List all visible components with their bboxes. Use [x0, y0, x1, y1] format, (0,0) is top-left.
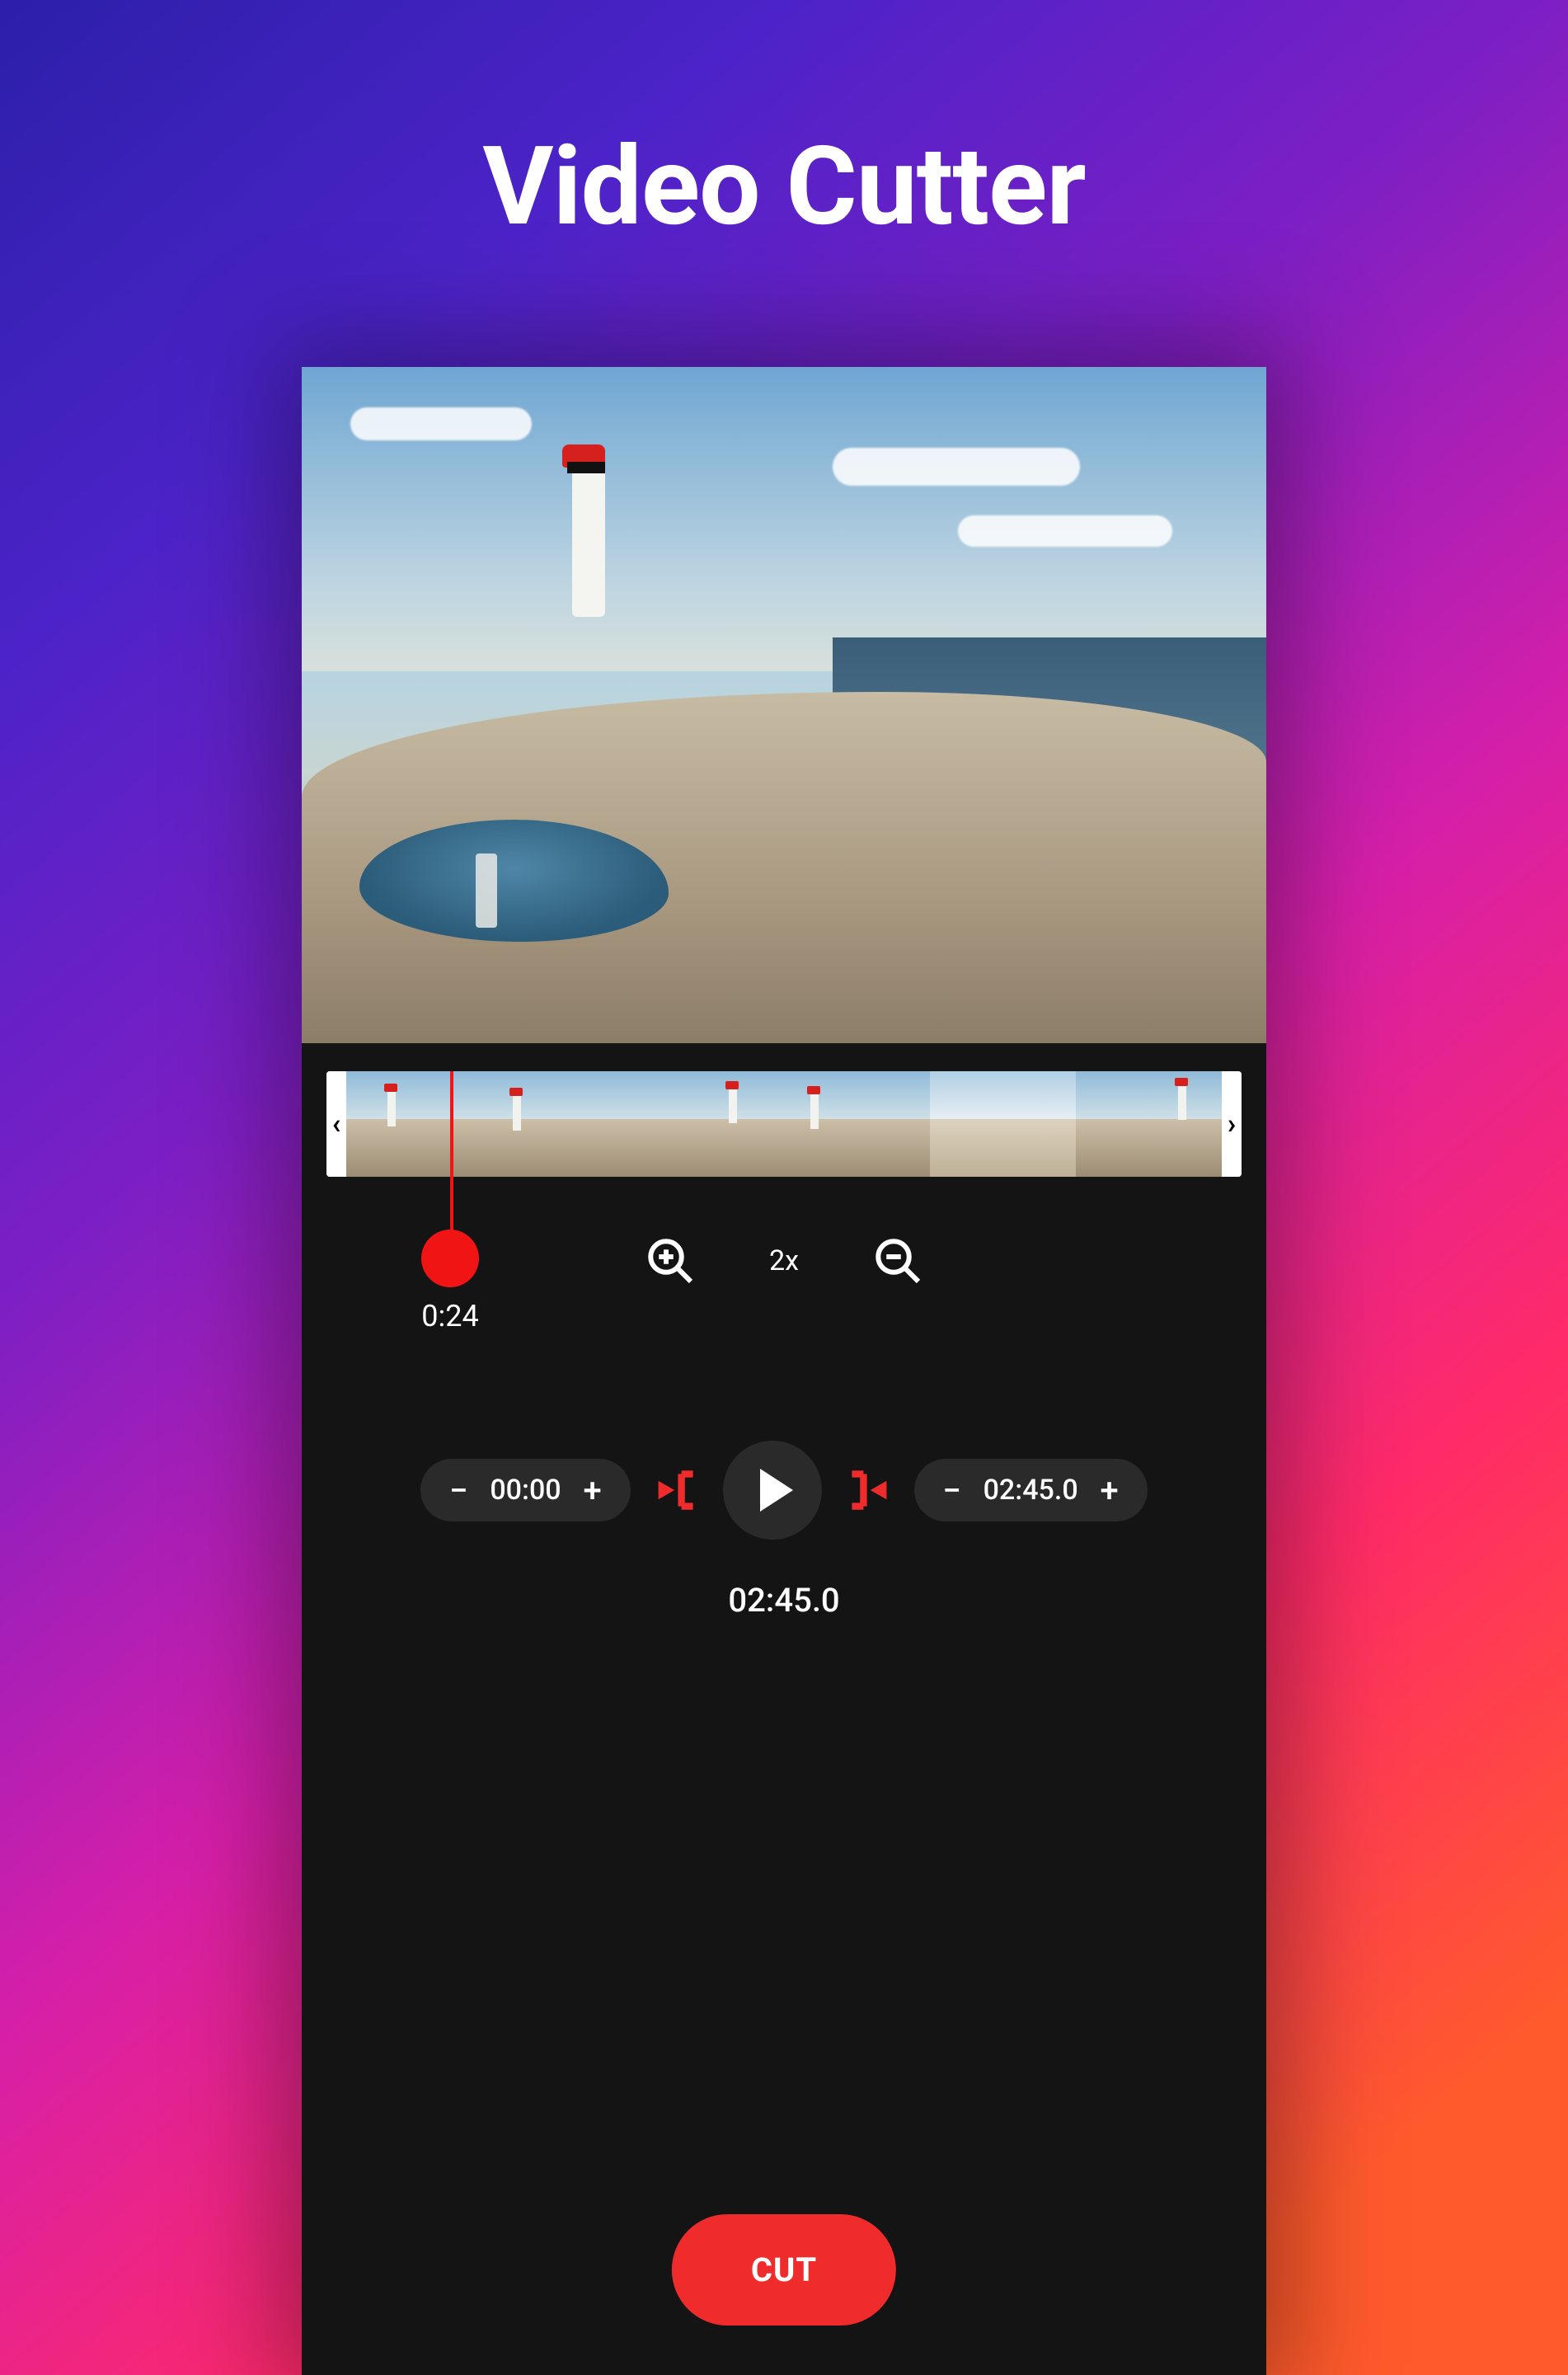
timeline-frame[interactable]: [784, 1071, 930, 1177]
timeline-frame[interactable]: [638, 1071, 784, 1177]
playhead-line: [450, 1071, 453, 1177]
app-screen: ‹ › 0:24 2x: [302, 367, 1266, 2375]
end-time-stepper: − 02:45.0 +: [914, 1459, 1148, 1521]
start-time-value: 00:00: [490, 1474, 561, 1507]
end-time-value: 02:45.0: [984, 1474, 1078, 1507]
set-start-marker-button[interactable]: [654, 1467, 700, 1513]
video-preview[interactable]: [302, 367, 1266, 1043]
timeline: ‹ › 0:24 2x: [326, 1071, 1242, 1177]
set-end-marker-button[interactable]: [845, 1467, 891, 1513]
playhead-stem: [450, 1177, 453, 1235]
zoom-out-icon: [873, 1236, 922, 1286]
selection-duration-label: 02:45.0: [302, 1581, 1266, 1620]
end-time-increment[interactable]: +: [1095, 1475, 1124, 1505]
start-time-increment[interactable]: +: [578, 1475, 608, 1505]
start-time-stepper: − 00:00 +: [420, 1459, 630, 1521]
timeline-frame[interactable]: [346, 1071, 492, 1177]
start-time-decrement[interactable]: −: [444, 1475, 473, 1505]
timeline-prev-button[interactable]: ‹: [326, 1071, 346, 1177]
timeline-frame[interactable]: [930, 1071, 1076, 1177]
timeline-frame[interactable]: [1076, 1071, 1222, 1177]
timeline-frame[interactable]: [492, 1071, 638, 1177]
trim-end-icon: [845, 1467, 891, 1513]
end-time-decrement[interactable]: −: [937, 1475, 967, 1505]
timeline-thumbnails[interactable]: [346, 1071, 1222, 1177]
playhead-time-label: 0:24: [421, 1299, 478, 1333]
page-title: Video Cutter: [0, 124, 1568, 251]
zoom-in-icon: [646, 1236, 695, 1286]
zoom-out-button[interactable]: [873, 1236, 922, 1286]
play-icon: [760, 1469, 793, 1512]
play-button[interactable]: [723, 1441, 822, 1540]
cut-button[interactable]: CUT: [672, 2214, 896, 2326]
trim-start-icon: [654, 1467, 700, 1513]
zoom-in-button[interactable]: [646, 1236, 695, 1286]
timeline-next-button[interactable]: ›: [1222, 1071, 1242, 1177]
zoom-level-label: 2x: [769, 1244, 799, 1277]
